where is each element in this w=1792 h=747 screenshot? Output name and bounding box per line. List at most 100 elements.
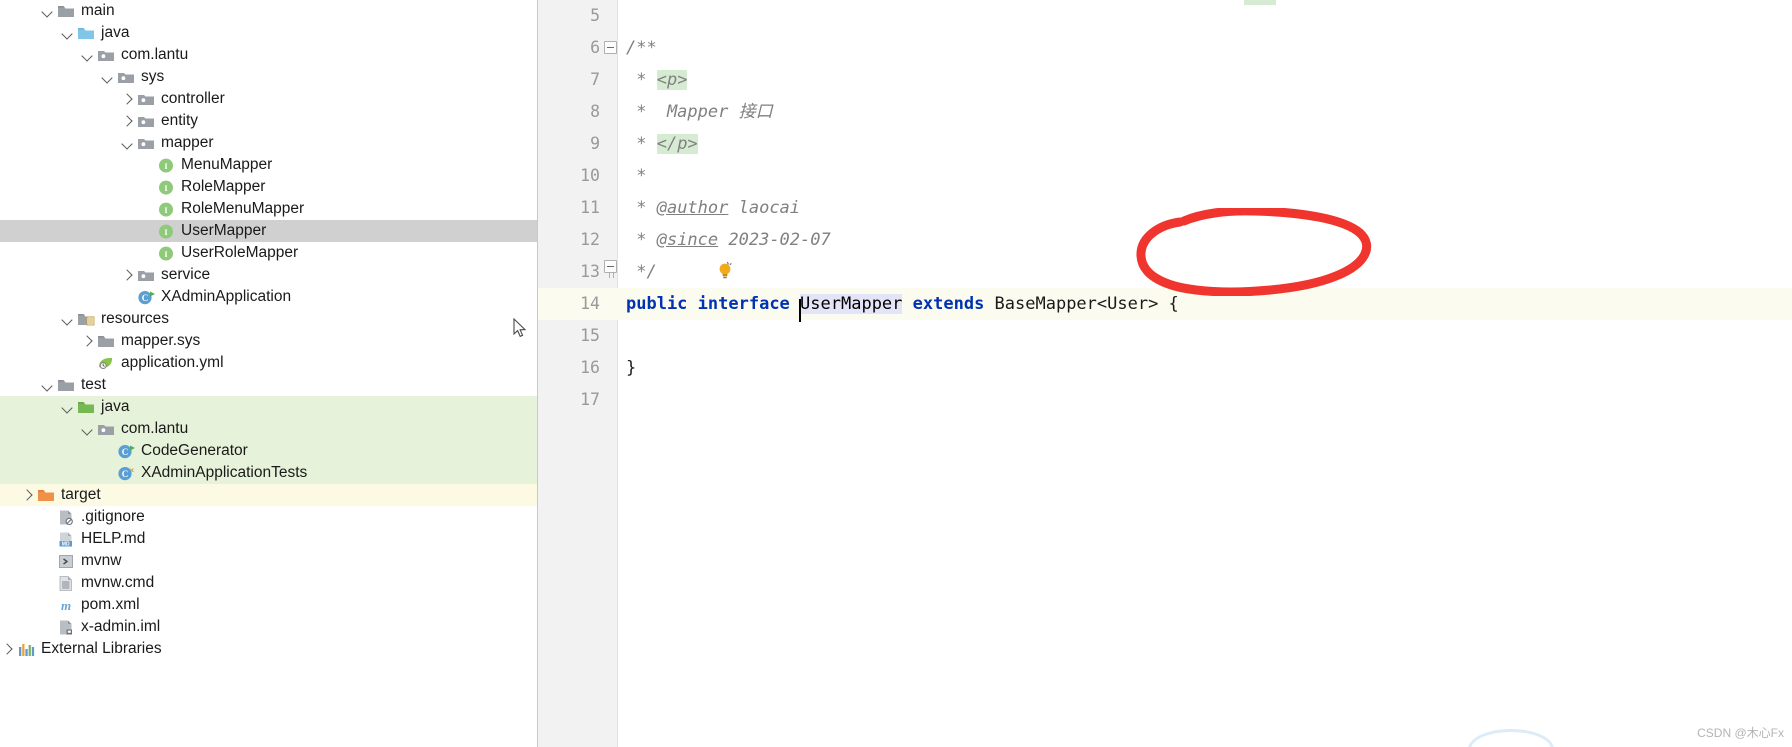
tree-item-mvnw-cmd[interactable]: mvnw.cmd — [0, 572, 537, 594]
tree-item-com-lantu[interactable]: com.lantu — [0, 44, 537, 66]
code-line[interactable]: 10 * — [538, 160, 1792, 192]
chevron-down-icon[interactable] — [40, 377, 56, 393]
code-line[interactable]: 17 — [538, 384, 1792, 416]
code-text: */ — [626, 256, 732, 288]
tree-item-java[interactable]: java — [0, 396, 537, 418]
svg-text:I: I — [164, 228, 167, 237]
chevron-right-icon[interactable] — [120, 91, 136, 107]
chevron-down-icon[interactable] — [80, 421, 96, 437]
interface-green-icon: I — [157, 179, 175, 196]
tree-item-menumapper[interactable]: I MenuMapper — [0, 154, 537, 176]
tree-item-external-libraries[interactable]: External Libraries — [0, 638, 537, 660]
chevron-down-icon[interactable] — [80, 47, 96, 63]
code-token: * — [626, 166, 647, 186]
code-lines[interactable]: 5 6/** 7 * <p> 8 * Mapper 接口 9 * </p> 10 * 11 … — [538, 0, 1792, 747]
tree-item-xadminapplication[interactable]: C XAdminApplication — [0, 286, 537, 308]
line-number: 7 — [590, 70, 600, 89]
indent-spacer — [0, 121, 120, 122]
code-token: laocai — [728, 198, 801, 218]
indent-spacer — [0, 11, 40, 12]
indent-spacer — [0, 187, 140, 188]
tree-item-main[interactable]: main — [0, 0, 537, 22]
chevron-right-icon[interactable] — [0, 641, 16, 657]
tree-item-resources[interactable]: resources — [0, 308, 537, 330]
tree-item-application-yml[interactable]: application.yml — [0, 352, 537, 374]
chevron-down-icon[interactable] — [100, 69, 116, 85]
line-number: 10 — [580, 166, 600, 185]
code-line[interactable]: 12 * @since 2023-02-07 — [538, 224, 1792, 256]
svg-text:I: I — [164, 162, 167, 171]
chevron-down-icon[interactable] — [60, 25, 76, 41]
code-token: </p> — [656, 134, 698, 154]
chevron-down-icon[interactable] — [60, 311, 76, 327]
tree-item-label: service — [161, 265, 211, 283]
tree-item--gitignore[interactable]: .gitignore — [0, 506, 537, 528]
tree-item-xadminapplicationtests[interactable]: C XAdminApplicationTests — [0, 462, 537, 484]
code-fold-toggle-icon[interactable] — [604, 260, 617, 278]
tree-item-userrolemapper[interactable]: I UserRoleMapper — [0, 242, 537, 264]
chevron-down-icon[interactable] — [40, 3, 56, 19]
tree-item-mvnw[interactable]: mvnw — [0, 550, 537, 572]
tree-item-mapper-sys[interactable]: mapper.sys — [0, 330, 537, 352]
svg-text:I: I — [164, 206, 167, 215]
folder-green-icon — [77, 399, 95, 416]
line-number: 16 — [580, 358, 600, 377]
code-token: <p> — [656, 70, 688, 90]
tree-item-help-md[interactable]: MD HELP.md — [0, 528, 537, 550]
tree-item-sys[interactable]: sys — [0, 66, 537, 88]
tree-item-controller[interactable]: controller — [0, 88, 537, 110]
tree-item-target[interactable]: target — [0, 484, 537, 506]
gitignore-file-icon — [57, 509, 75, 526]
tree-item-test[interactable]: test — [0, 374, 537, 396]
svg-text:I: I — [164, 184, 167, 193]
indent-spacer — [0, 165, 140, 166]
code-line[interactable]: 7 * <p> — [538, 64, 1792, 96]
line-number: 6 — [590, 38, 600, 57]
interface-green-icon: I — [157, 157, 175, 174]
libraries-icon — [17, 641, 35, 658]
chevron-right-icon[interactable] — [120, 113, 136, 129]
indent-spacer — [0, 55, 80, 56]
editor-panel[interactable]: 5 6/** 7 * <p> 8 * Mapper 接口 9 * </p> 10 * 11 … — [538, 0, 1792, 747]
code-line[interactable]: 13 */ — [538, 256, 1792, 288]
chevron-right-icon[interactable] — [120, 267, 136, 283]
no-chevron-spacer — [80, 355, 96, 371]
indent-spacer — [0, 209, 140, 210]
chevron-right-icon[interactable] — [20, 487, 36, 503]
code-line[interactable]: 9 * </p> — [538, 128, 1792, 160]
tree-item-rolemapper[interactable]: I RoleMapper — [0, 176, 537, 198]
code-line[interactable]: 6 /** — [538, 32, 1792, 64]
tree-item-label: mvnw.cmd — [81, 573, 155, 591]
chevron-down-icon[interactable] — [60, 399, 76, 415]
code-line[interactable]: 8 * Mapper 接口 — [538, 96, 1792, 128]
tree-item-mapper[interactable]: mapper — [0, 132, 537, 154]
indent-spacer — [0, 77, 100, 78]
indent-spacer — [0, 561, 40, 562]
code-line[interactable]: 16} — [538, 352, 1792, 384]
tree-item-x-admin-iml[interactable]: x-admin.iml — [0, 616, 537, 638]
code-line[interactable]: 14 public interface UserMapper extends Ba… — [538, 288, 1792, 322]
tree-item-entity[interactable]: entity — [0, 110, 537, 132]
tree-item-service[interactable]: service — [0, 264, 537, 286]
code-line[interactable]: 5 — [538, 0, 1792, 32]
tree-item-codegenerator[interactable]: C CodeGenerator — [0, 440, 537, 462]
indent-spacer — [0, 297, 120, 298]
indent-spacer — [0, 143, 120, 144]
code-fold-toggle-icon[interactable] — [604, 41, 617, 54]
watermark: CSDN @木心Fx — [1697, 726, 1784, 740]
tree-item-usermapper[interactable]: I UserMapper — [0, 220, 537, 242]
code-line[interactable]: 15 — [538, 320, 1792, 352]
project-tree-panel[interactable]: main java com.lantu sys controller entity mapp… — [0, 0, 538, 747]
tree-item-java[interactable]: java — [0, 22, 537, 44]
tree-item-rolemenumapper[interactable]: I RoleMenuMapper — [0, 198, 537, 220]
chevron-right-icon[interactable] — [80, 333, 96, 349]
code-token: extends — [912, 294, 985, 314]
code-text: /** — [626, 32, 657, 64]
svg-text:m: m — [61, 598, 71, 613]
tree-item-com-lantu[interactable]: com.lantu — [0, 418, 537, 440]
code-line[interactable]: 11 * @author laocai — [538, 192, 1792, 224]
tree-item-pom-xml[interactable]: m pom.xml — [0, 594, 537, 616]
tree-item-label: XAdminApplication — [161, 287, 292, 305]
code-token: interface — [697, 294, 790, 314]
chevron-down-icon[interactable] — [120, 135, 136, 151]
